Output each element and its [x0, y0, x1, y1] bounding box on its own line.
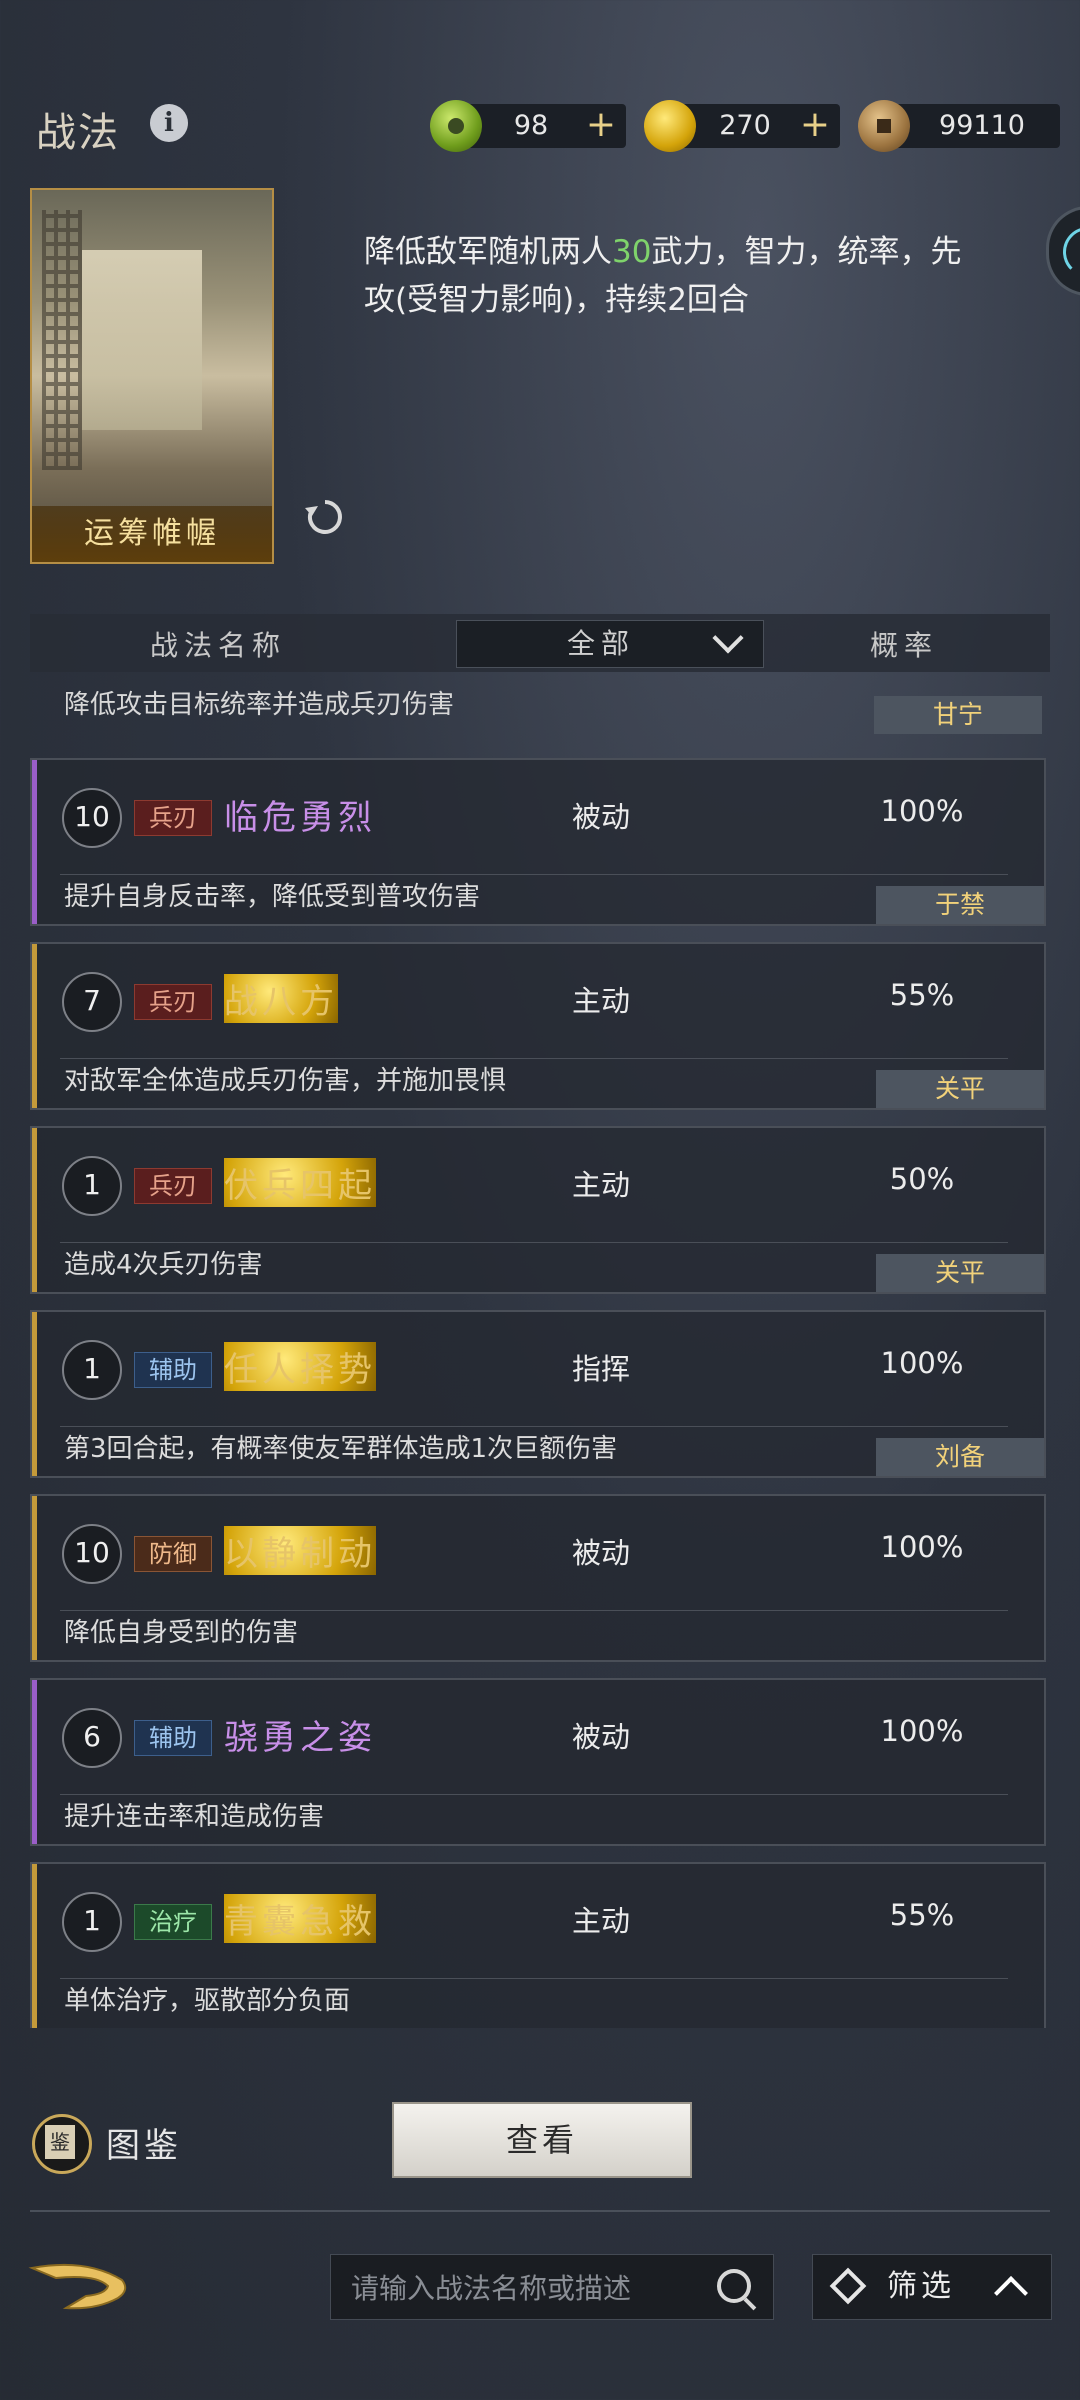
tactic-desc: 对敌军全体造成兵刃伤害，并施加畏惧	[64, 1066, 507, 1096]
tactic-type: 指挥	[572, 1352, 631, 1386]
tactic-rate: 50%	[889, 1162, 955, 1196]
tactic-tag: 辅助	[134, 1720, 212, 1756]
copper-value: 99110	[939, 110, 1025, 141]
list-item[interactable]: 1 辅助 任人择势 指挥 100% 第3回合起，有概率使友军群体造成1次巨额伤害…	[30, 1310, 1046, 1478]
type-filter-dropdown[interactable]: 全部	[456, 620, 764, 668]
list-item[interactable]: 7 兵刃 战八方 主动 55% 对敌军全体造成兵刃伤害，并施加畏惧 关平	[30, 942, 1046, 1110]
tactic-desc: 第3回合起，有概率使友军群体造成1次巨额伤害	[64, 1434, 618, 1464]
tactic-name: 骁勇之姿	[224, 1718, 376, 1758]
desc-pre: 降低敌军随机两人	[364, 234, 612, 270]
chevron-up-icon	[994, 2276, 1028, 2310]
tactic-description: 降低敌军随机两人30武力，智力，统率，先攻(受智力影响)，持续2回合	[364, 228, 964, 324]
tactic-level: 6	[62, 1708, 122, 1768]
tactic-list[interactable]: 降低攻击目标统率并造成兵刃伤害 甘宁 10 兵刃 临危勇烈 被动 100% 提升…	[30, 688, 1050, 2028]
info-icon[interactable]: i	[150, 104, 188, 142]
tactic-rate: 100%	[880, 794, 964, 828]
tactic-level: 1	[62, 1892, 122, 1952]
tactic-tag: 兵刃	[134, 1168, 212, 1204]
tactic-tag: 防御	[134, 1536, 212, 1572]
filter-label: 筛选	[887, 2269, 955, 2304]
filter-icon	[829, 2267, 867, 2305]
atlas-icon[interactable]	[32, 2114, 92, 2174]
tactic-type: 主动	[572, 984, 631, 1018]
tactic-desc: 提升连击率和造成伤害	[64, 1802, 325, 1832]
tactic-name: 伏兵四起	[224, 1158, 376, 1207]
copper-resource: 99110	[858, 100, 1060, 152]
tactic-desc: 造成4次兵刃伤害	[64, 1250, 263, 1280]
desc-highlight: 30	[612, 234, 652, 270]
tactic-rate: 100%	[880, 1714, 964, 1748]
tactic-desc: 提升自身反击率，降低受到普攻伤害	[64, 882, 481, 912]
gold-add-button[interactable]: +	[800, 104, 830, 146]
card-art-window	[82, 250, 202, 430]
jade-add-button[interactable]: +	[586, 104, 616, 146]
general-tag: 于禁	[876, 886, 1044, 924]
list-item[interactable]: 10 防御 以静制动 被动 100% 降低自身受到的伤害	[30, 1494, 1046, 1662]
tactic-type: 被动	[572, 1536, 631, 1570]
tactic-level: 7	[62, 972, 122, 1032]
atlas-label[interactable]: 图鉴	[106, 2118, 182, 2167]
tactic-type: 主动	[572, 1168, 631, 1202]
tactic-type: 被动	[572, 800, 631, 834]
filter-button[interactable]: 筛选	[812, 2254, 1052, 2320]
list-item[interactable]: 降低攻击目标统率并造成兵刃伤害 甘宁	[30, 688, 1050, 740]
jade-value: 98	[513, 110, 549, 141]
card-name: 运筹帷幄	[32, 506, 272, 562]
tactic-level: 10	[62, 788, 122, 848]
divider	[30, 2210, 1050, 2212]
list-item[interactable]: 1 兵刃 伏兵四起 主动 50% 造成4次兵刃伤害 关平	[30, 1126, 1046, 1294]
view-button[interactable]: 查看	[392, 2102, 692, 2178]
general-tag: 刘备	[876, 1438, 1044, 1476]
tactic-name: 战八方	[224, 974, 338, 1023]
chevron-down-icon	[712, 622, 744, 654]
gold-value: 270	[719, 110, 771, 141]
search-box[interactable]	[330, 2254, 774, 2321]
tactic-level: 1	[62, 1156, 122, 1216]
search-icon[interactable]	[717, 2269, 751, 2303]
tactic-tag: 兵刃	[134, 984, 212, 1020]
refresh-icon[interactable]	[302, 494, 348, 540]
search-input[interactable]	[349, 2255, 693, 2321]
gold-resource: 270 +	[644, 100, 840, 152]
tactic-name: 临危勇烈	[224, 798, 376, 838]
card-art-lattice	[42, 210, 82, 470]
tactic-name: 青囊急救	[224, 1894, 376, 1943]
type-filter-value: 全部	[567, 627, 636, 660]
copper-coin-icon	[858, 100, 910, 152]
tactic-tag: 兵刃	[134, 800, 212, 836]
tactic-type: 被动	[572, 1720, 631, 1754]
general-tag: 关平	[876, 1070, 1044, 1108]
general-tag: 甘宁	[874, 696, 1042, 734]
back-icon[interactable]	[26, 2258, 132, 2318]
page-title: 战法	[36, 110, 120, 156]
tactic-desc: 降低攻击目标统率并造成兵刃伤害	[64, 690, 455, 720]
tactic-desc: 单体治疗，驱散部分负面	[64, 1986, 351, 2016]
tactic-rate: 100%	[880, 1346, 964, 1380]
tactic-rate: 100%	[880, 1530, 964, 1564]
tactic-rate: 55%	[889, 978, 955, 1012]
list-item[interactable]: 10 兵刃 临危勇烈 被动 100% 提升自身反击率，降低受到普攻伤害 于禁	[30, 758, 1046, 926]
general-tag: 关平	[876, 1254, 1044, 1292]
tactic-tag: 治疗	[134, 1904, 212, 1940]
jade-resource: 98 +	[430, 100, 626, 152]
tactic-level: 10	[62, 1524, 122, 1584]
tactic-desc: 降低自身受到的伤害	[64, 1618, 299, 1648]
column-rate-header: 概率	[870, 629, 939, 662]
tactic-type: 主动	[572, 1904, 631, 1938]
tactic-rate: 55%	[889, 1898, 955, 1932]
tactic-tag: 辅助	[134, 1352, 212, 1388]
column-name-header: 战法名称	[150, 629, 287, 662]
list-item[interactable]: 1 治疗 青囊急救 主动 55% 单体治疗，驱散部分负面	[30, 1862, 1046, 2028]
list-item[interactable]: 6 辅助 骁勇之姿 被动 100% 提升连击率和造成伤害	[30, 1678, 1046, 1846]
tactic-name: 任人择势	[224, 1342, 376, 1391]
gold-coin-icon	[644, 100, 696, 152]
side-panel-tab[interactable]	[1046, 206, 1080, 296]
tactic-card[interactable]: 运筹帷幄	[30, 188, 274, 564]
tactic-level: 1	[62, 1340, 122, 1400]
tactic-name: 以静制动	[224, 1526, 376, 1575]
jade-icon	[430, 100, 482, 152]
